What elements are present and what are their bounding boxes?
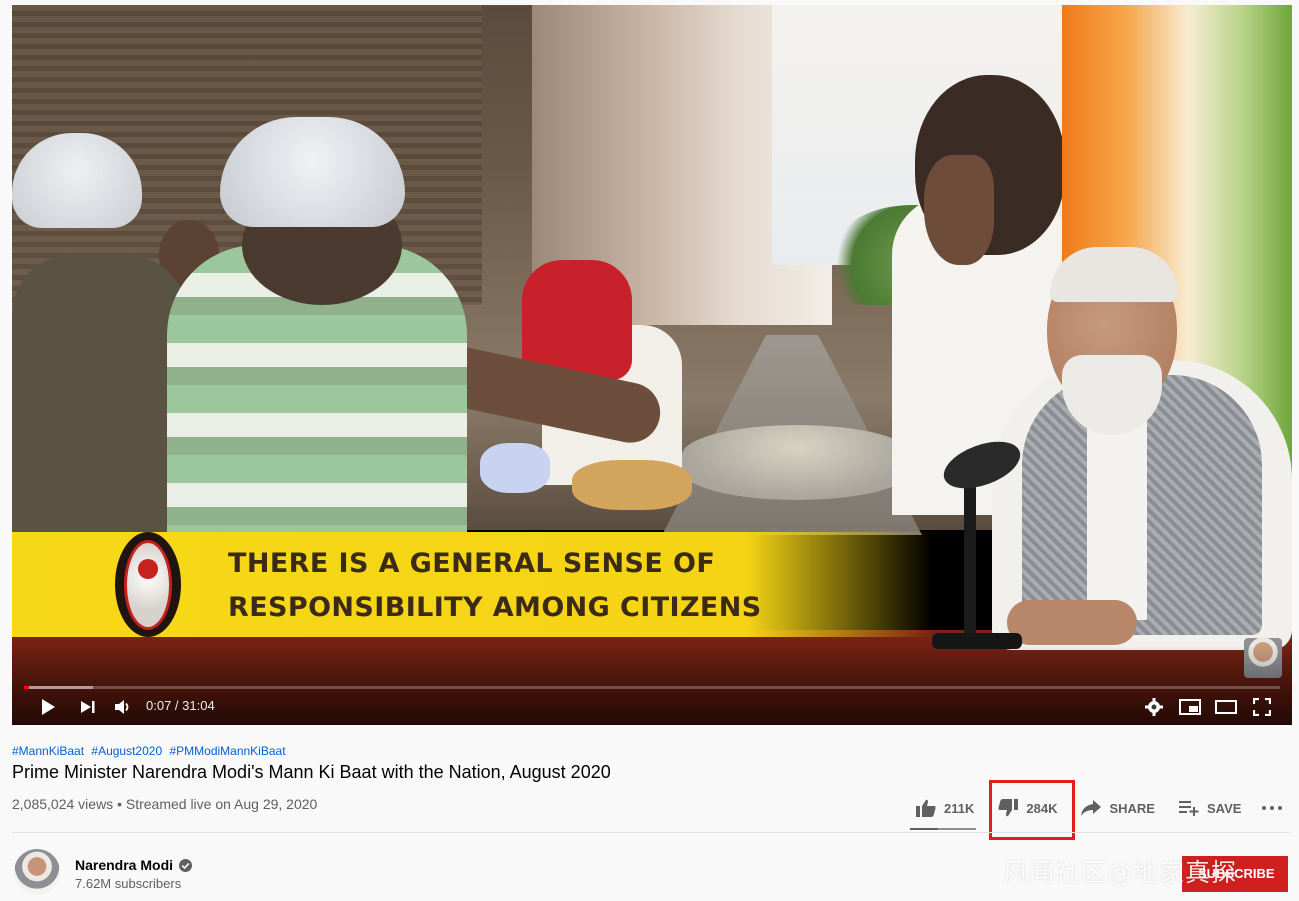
video-frame[interactable]: THERE IS A GENERAL SENSE OF RESPONSIBILI… [12,5,1292,725]
more-horiz-icon [1262,806,1282,810]
save-button[interactable]: SAVE [1178,794,1242,822]
sentiment-bar-likes [910,828,939,830]
channel-name[interactable]: Narendra Modi [75,857,173,873]
banner-text: THERE IS A GENERAL SENSE OF RESPONSIBILI… [228,542,762,630]
street-scene [12,5,1072,535]
controls-gradient [12,645,1292,725]
more-actions-button[interactable] [1260,799,1284,817]
dislike-highlight-box [989,780,1075,840]
volume-icon [115,700,129,714]
food-tray [682,425,912,500]
fullscreen-icon [1253,698,1271,716]
progress-played [24,686,30,689]
like-button[interactable]: 211K [916,794,974,822]
glove [480,443,550,493]
youtube-watch-page: THERE IS A GENERAL SENSE OF RESPONSIBILI… [0,0,1299,901]
video-title: Prime Minister Narendra Modi's Mann Ki B… [12,762,611,782]
news-banner: THERE IS A GENERAL SENSE OF RESPONSIBILI… [12,532,932,637]
theater-mode-button[interactable] [1214,694,1238,720]
man-face [924,155,994,265]
time-display: 0:07 / 31:04 [146,698,215,713]
food-packet [572,460,692,510]
gear-icon [1145,698,1163,716]
skip-next-icon [81,701,95,713]
theater-mode-icon [1215,700,1237,714]
channel-emblem-icon [115,532,181,637]
play-button[interactable] [36,694,60,720]
sentiment-bar [910,828,976,830]
share-button[interactable]: SHARE [1081,794,1155,822]
miniplayer-icon [1179,699,1201,715]
progress-loaded [24,686,94,689]
hashtag-link[interactable]: #PMModiMannKiBaat [169,744,285,758]
volume-button[interactable] [112,694,134,720]
thumbs-up-icon [916,799,936,817]
channel-avatar[interactable] [14,849,60,895]
like-count: 211K [944,800,975,816]
action-bar: 211K 284K SHARE SAVE [908,794,1265,822]
playlist-add-icon [1178,801,1199,816]
banner-line-2: RESPONSIBILITY AMONG CITIZENS [228,592,762,623]
hashtags: #MannKiBaat #August2020 #PMModiMannKiBaa… [12,744,290,758]
subscriber-count: 7.62M subscribers [75,876,182,891]
divider [12,832,1290,833]
emblem-inner [124,539,172,630]
share-label: SHARE [1109,800,1155,816]
video-player[interactable]: THERE IS A GENERAL SENSE OF RESPONSIBILI… [12,5,1292,725]
worker-left-body [12,255,187,535]
microphone-stand [964,475,976,640]
hashtag-link[interactable]: #MannKiBaat [12,744,84,758]
speaker-hands [1007,600,1137,645]
hashtag-link[interactable]: #August2020 [91,744,162,758]
play-icon [42,699,55,715]
progress-bar[interactable] [24,686,1280,689]
channel-name-row: Narendra Modi [75,857,193,873]
watermark-text: 风闻社区@地家真探 [1003,858,1238,887]
verified-icon [179,858,193,872]
worker-hairnet [220,117,405,227]
banner-line-1: THERE IS A GENERAL SENSE OF [228,548,716,579]
share-icon [1081,800,1102,816]
speaker-hair [1050,247,1178,302]
fullscreen-button[interactable] [1250,694,1274,720]
save-label: SAVE [1206,800,1242,816]
next-button[interactable] [78,694,98,720]
view-count-and-date: 2,085,024 views • Streamed live on Aug 2… [12,796,318,812]
miniplayer-button[interactable] [1178,694,1202,720]
settings-button[interactable] [1142,694,1166,720]
